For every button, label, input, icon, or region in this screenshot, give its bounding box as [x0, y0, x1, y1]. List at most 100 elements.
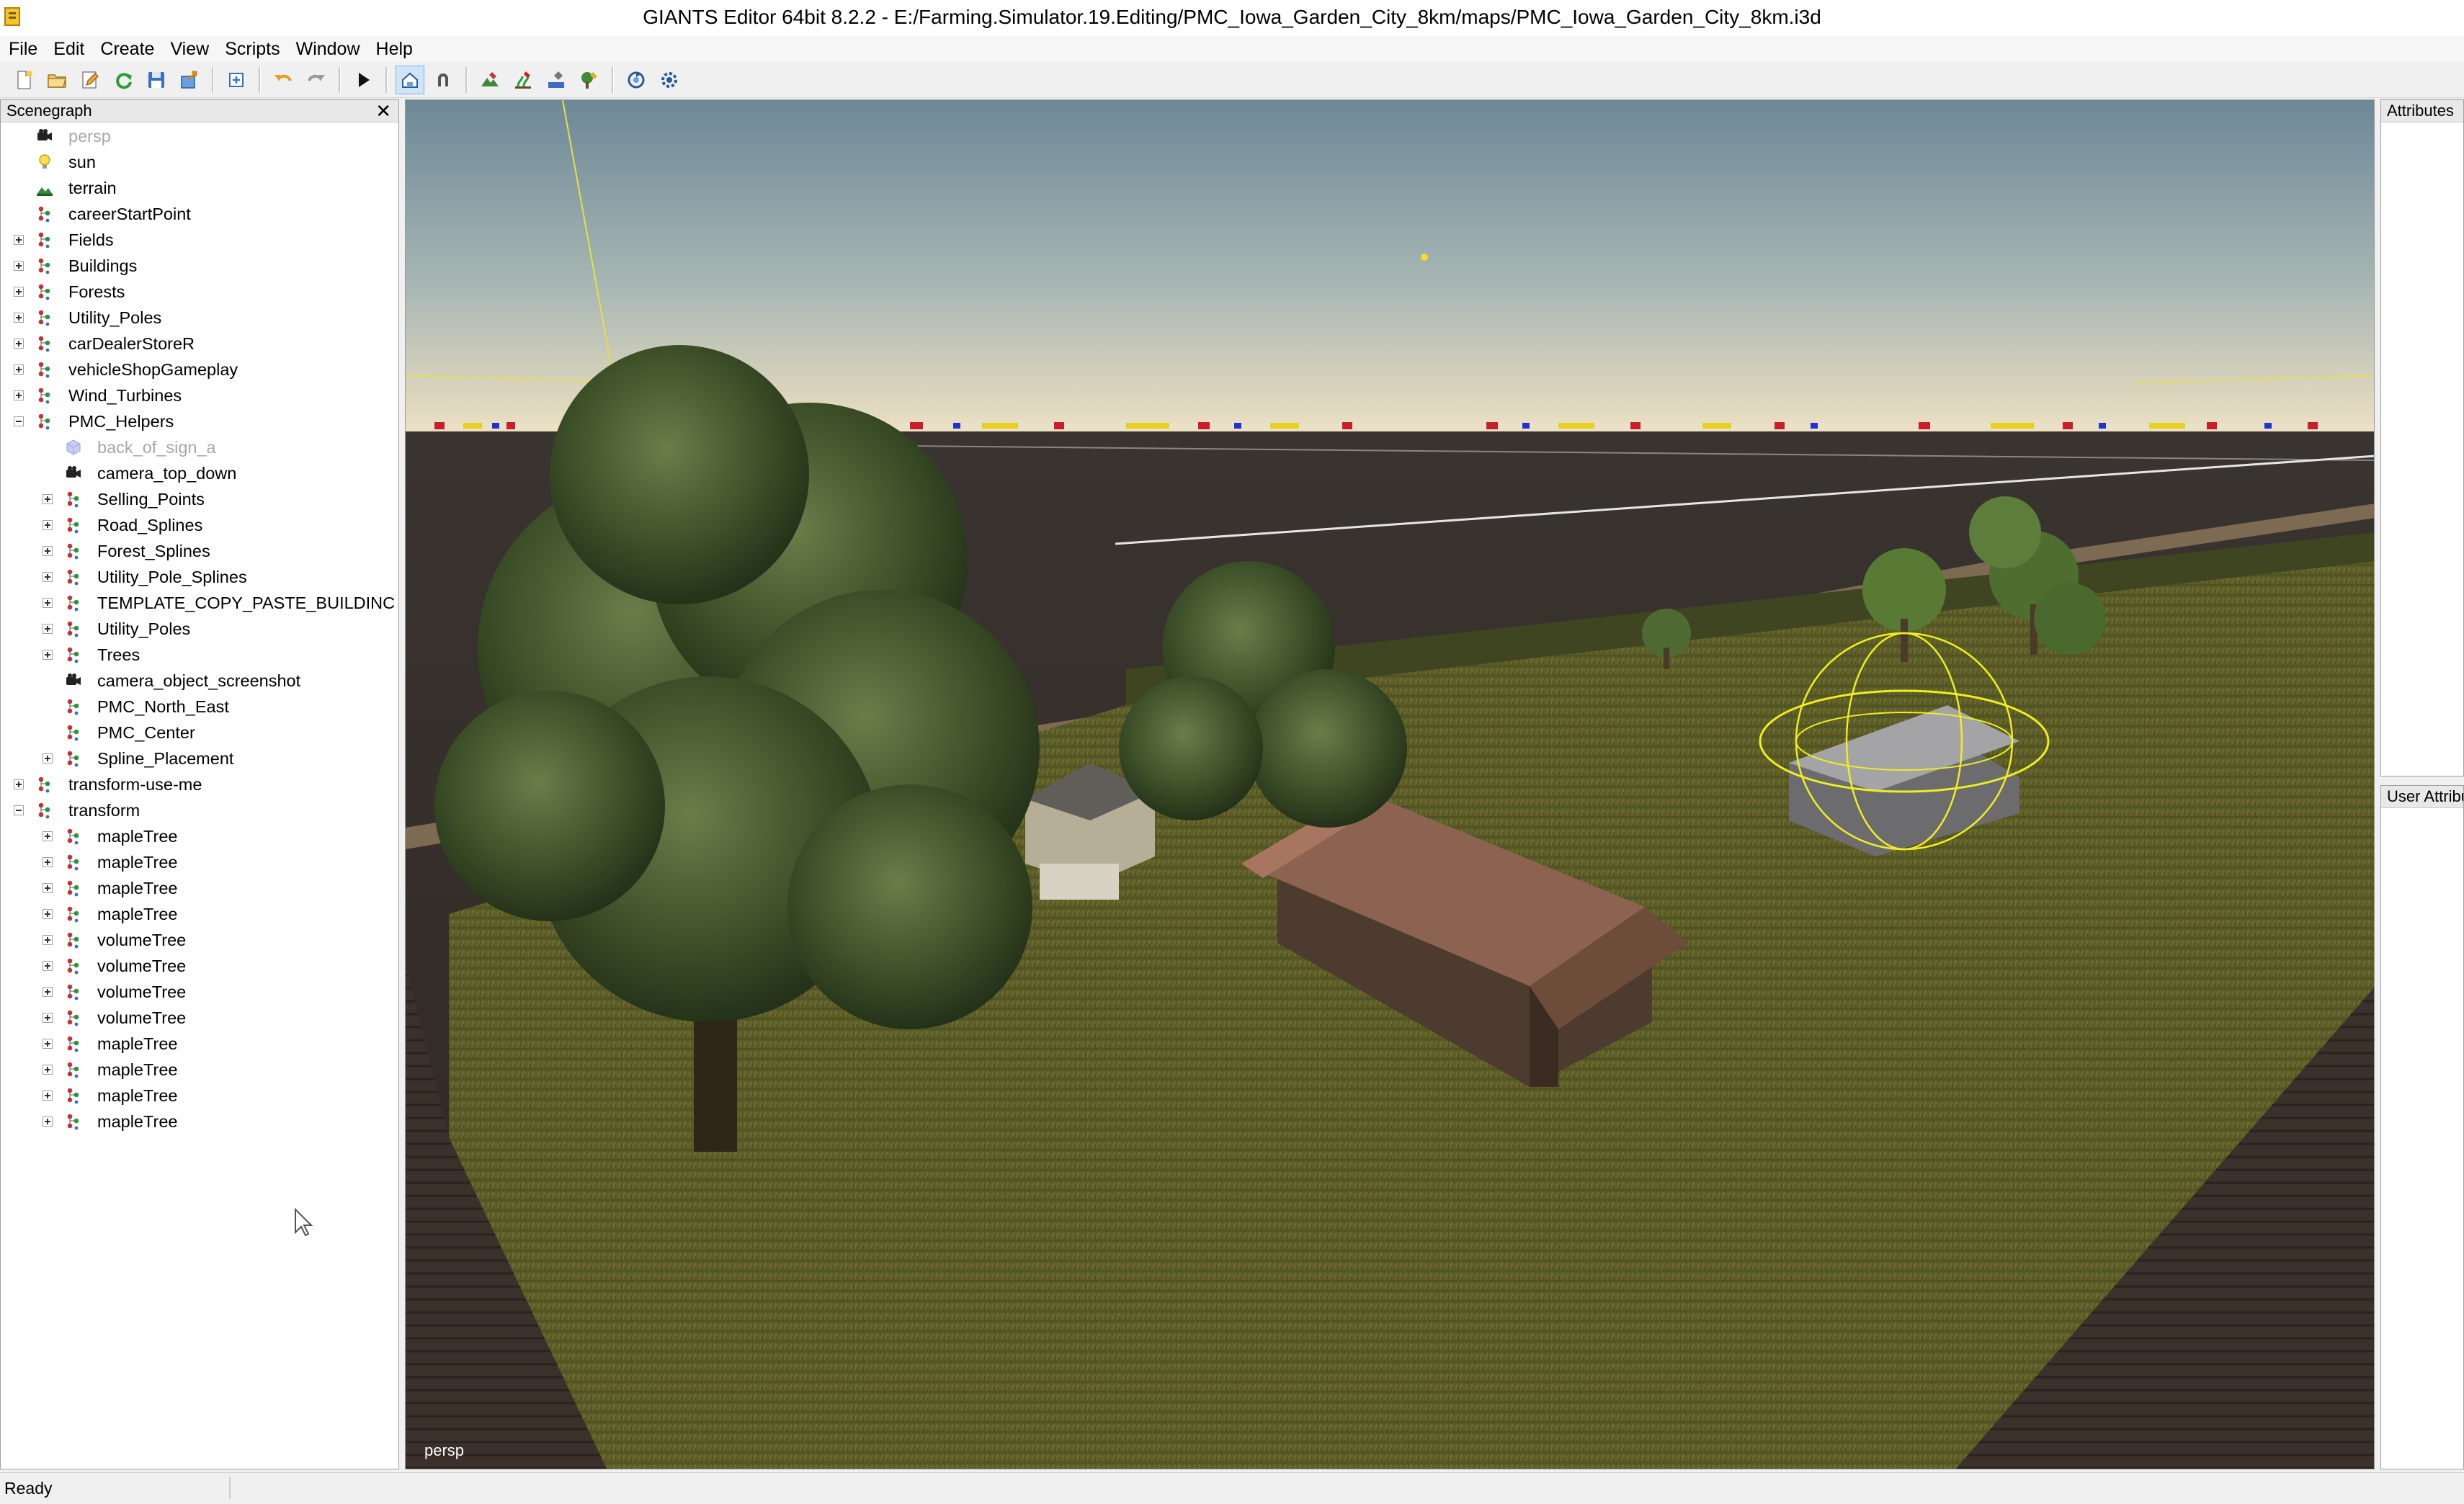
reload-icon[interactable] [109, 66, 138, 94]
tree-row[interactable]: Trees [1, 642, 398, 668]
tree-row[interactable]: PMC_North_East [1, 694, 398, 720]
tree-row[interactable]: PMC_Center [1, 720, 398, 746]
tree-row[interactable]: Buildings [1, 253, 398, 279]
scenegraph-tree[interactable]: persp sun terrain careerStartPoint Fields Bui… [1, 123, 398, 1469]
expand-icon[interactable] [43, 831, 53, 841]
tree-row[interactable]: volumeTree [1, 1005, 398, 1031]
3d-viewport[interactable]: persp [405, 99, 2375, 1469]
tree-row[interactable]: carDealerStoreR [1, 331, 398, 357]
expand-icon[interactable] [43, 857, 53, 867]
tree-row[interactable]: transform-use-me [1, 771, 398, 797]
tree-row[interactable]: terrain [1, 175, 398, 201]
export-icon[interactable] [175, 66, 204, 94]
menu-view[interactable]: View [169, 39, 220, 60]
tree-row[interactable]: Fields [1, 227, 398, 253]
transform-node-icon [64, 594, 83, 612]
refresh-icon[interactable] [622, 66, 651, 94]
close-icon[interactable]: ✕ [375, 100, 391, 122]
tree-row[interactable]: mapleTree [1, 875, 398, 901]
tree-row[interactable]: mapleTree [1, 849, 398, 875]
tree-row[interactable]: TEMPLATE_COPY_PASTE_BUILDINC [1, 590, 398, 616]
expand-icon[interactable] [14, 364, 24, 375]
tree-row[interactable]: mapleTree [1, 823, 398, 849]
tree-row[interactable]: volumeTree [1, 979, 398, 1005]
menu-help[interactable]: Help [375, 39, 424, 60]
expand-icon[interactable] [43, 935, 53, 945]
expand-icon[interactable] [43, 961, 53, 971]
transform-node-icon [64, 879, 83, 898]
edit-icon[interactable] [76, 66, 104, 94]
tree-row[interactable]: transform [1, 797, 398, 823]
menu-scripts[interactable]: Scripts [223, 39, 291, 60]
expand-icon[interactable] [43, 1116, 53, 1127]
tree-row[interactable]: Utility_Pole_Splines [1, 564, 398, 590]
expand-icon[interactable] [43, 520, 53, 530]
expand-icon[interactable] [14, 313, 24, 323]
expand-icon[interactable] [43, 1091, 53, 1101]
undo-icon[interactable] [269, 66, 298, 94]
expand-icon[interactable] [43, 1065, 53, 1075]
expand-icon[interactable] [14, 390, 24, 400]
tree-row[interactable]: mapleTree [1, 1057, 398, 1083]
open-file-icon[interactable] [43, 66, 71, 94]
import-icon[interactable] [222, 66, 251, 94]
tree-row[interactable]: careerStartPoint [1, 201, 398, 227]
expand-icon[interactable] [43, 572, 53, 582]
tree-row[interactable]: Forest_Splines [1, 538, 398, 564]
expand-icon[interactable] [43, 650, 53, 660]
terrain-paint-icon[interactable] [476, 66, 504, 94]
tree-row[interactable]: Selling_Points [1, 486, 398, 512]
expand-icon[interactable] [43, 598, 53, 608]
expand-icon[interactable] [43, 494, 53, 504]
collapse-icon[interactable] [14, 416, 24, 426]
tree-row[interactable]: camera_object_screenshot [1, 668, 398, 694]
foliage-paint-icon[interactable] [509, 66, 537, 94]
magnet-icon[interactable] [429, 66, 457, 94]
tree-row[interactable]: sun [1, 149, 398, 175]
tree-row[interactable]: volumeTree [1, 953, 398, 979]
tree-row[interactable]: volumeTree [1, 927, 398, 953]
collapse-icon[interactable] [14, 805, 24, 815]
expand-icon[interactable] [14, 287, 24, 297]
tree-row[interactable]: Utility_Poles [1, 616, 398, 642]
menu-edit[interactable]: Edit [52, 39, 96, 60]
tree-row[interactable]: Spline_Placement [1, 746, 398, 771]
play-icon[interactable] [349, 66, 378, 94]
expand-icon[interactable] [43, 546, 53, 556]
tree-row[interactable]: Road_Splines [1, 512, 398, 538]
expand-icon[interactable] [43, 753, 53, 764]
tree-row[interactable]: mapleTree [1, 901, 398, 927]
expand-icon[interactable] [43, 987, 53, 997]
expand-icon[interactable] [14, 339, 24, 349]
select-mode-icon[interactable] [396, 65, 424, 94]
tree-row[interactable]: mapleTree [1, 1031, 398, 1057]
expand-icon[interactable] [43, 1013, 53, 1023]
new-file-icon[interactable] [9, 66, 38, 94]
tree-row[interactable]: vehicleShopGameplay [1, 357, 398, 382]
tree-row[interactable]: Utility_Poles [1, 305, 398, 331]
menu-create[interactable]: Create [99, 39, 166, 60]
expand-icon[interactable] [43, 1039, 53, 1049]
tree-paint-icon[interactable] [575, 66, 604, 94]
settings-icon[interactable] [655, 66, 684, 94]
tree-row[interactable]: mapleTree [1, 1083, 398, 1109]
tree-row[interactable]: Wind_Turbines [1, 382, 398, 408]
tree-row[interactable]: PMC_Helpers [1, 408, 398, 434]
tree-row[interactable]: Forests [1, 279, 398, 305]
expand-icon[interactable] [43, 909, 53, 919]
expand-icon[interactable] [43, 883, 53, 893]
expand-icon[interactable] [14, 235, 24, 245]
tree-row[interactable]: camera_top_down [1, 460, 398, 486]
expand-icon[interactable] [43, 624, 53, 634]
texture-paint-icon[interactable] [542, 66, 571, 94]
redo-icon[interactable] [302, 66, 331, 94]
tree-row[interactable]: mapleTree [1, 1109, 398, 1134]
expand-icon[interactable] [14, 779, 24, 789]
menu-file[interactable]: File [7, 39, 49, 60]
tree-row-label: transform-use-me [68, 775, 202, 794]
menu-window[interactable]: Window [295, 39, 372, 60]
tree-row[interactable]: persp [1, 123, 398, 149]
tree-row[interactable]: back_of_sign_a [1, 434, 398, 460]
save-icon[interactable] [142, 66, 171, 94]
expand-icon[interactable] [14, 261, 24, 271]
